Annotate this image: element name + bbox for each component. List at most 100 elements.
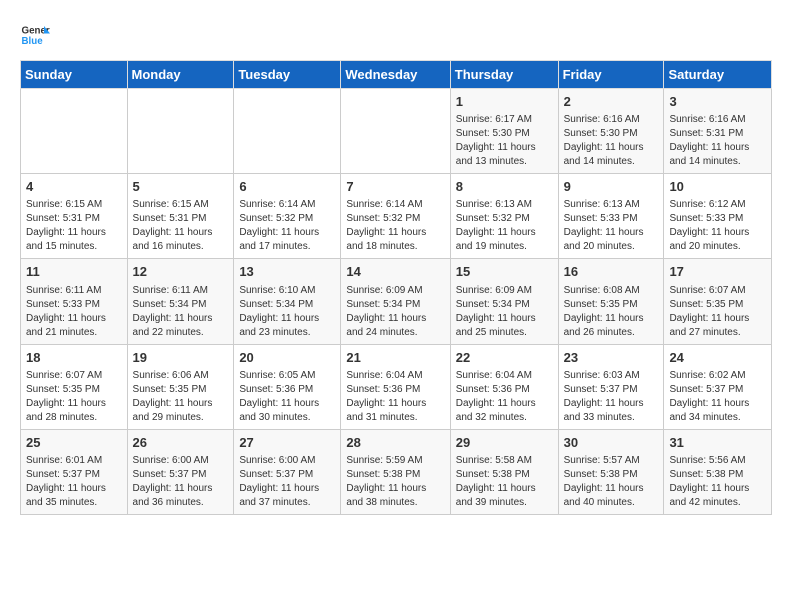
day-info-text: and 13 minutes. xyxy=(456,155,553,169)
day-info-text: Daylight: 11 hours xyxy=(456,141,553,155)
calendar-cell: 4Sunrise: 6:15 AMSunset: 5:31 PMDaylight… xyxy=(21,174,128,259)
day-info-text: Sunrise: 6:09 AM xyxy=(346,284,444,298)
calendar-cell: 31Sunrise: 5:56 AMSunset: 5:38 PMDayligh… xyxy=(664,429,772,514)
day-info-text: Daylight: 11 hours xyxy=(26,397,122,411)
day-info-text: Sunset: 5:37 PM xyxy=(669,383,766,397)
calendar-cell: 16Sunrise: 6:08 AMSunset: 5:35 PMDayligh… xyxy=(558,259,664,344)
calendar-cell: 26Sunrise: 6:00 AMSunset: 5:37 PMDayligh… xyxy=(127,429,234,514)
day-number: 9 xyxy=(564,178,659,196)
day-info-text: Daylight: 11 hours xyxy=(564,482,659,496)
day-number: 23 xyxy=(564,349,659,367)
day-info-text: Sunset: 5:31 PM xyxy=(133,212,229,226)
day-info-text: and 21 minutes. xyxy=(26,326,122,340)
calendar-table: SundayMondayTuesdayWednesdayThursdayFrid… xyxy=(20,60,772,515)
day-number: 3 xyxy=(669,93,766,111)
calendar-cell: 2Sunrise: 6:16 AMSunset: 5:30 PMDaylight… xyxy=(558,89,664,174)
day-info-text: Daylight: 11 hours xyxy=(456,312,553,326)
day-info-text: Daylight: 11 hours xyxy=(133,482,229,496)
day-number: 21 xyxy=(346,349,444,367)
calendar-cell: 10Sunrise: 6:12 AMSunset: 5:33 PMDayligh… xyxy=(664,174,772,259)
day-info-text: Daylight: 11 hours xyxy=(133,312,229,326)
day-info-text: and 37 minutes. xyxy=(239,496,335,510)
calendar-cell: 28Sunrise: 5:59 AMSunset: 5:38 PMDayligh… xyxy=(341,429,450,514)
day-info-text: Sunset: 5:30 PM xyxy=(456,127,553,141)
col-header-saturday: Saturday xyxy=(664,61,772,89)
day-info-text: Sunrise: 6:04 AM xyxy=(456,369,553,383)
day-info-text: and 18 minutes. xyxy=(346,240,444,254)
col-header-sunday: Sunday xyxy=(21,61,128,89)
day-info-text: Sunset: 5:32 PM xyxy=(346,212,444,226)
day-info-text: Daylight: 11 hours xyxy=(669,312,766,326)
day-info-text: and 31 minutes. xyxy=(346,411,444,425)
day-info-text: Sunrise: 6:13 AM xyxy=(456,198,553,212)
calendar-cell: 19Sunrise: 6:06 AMSunset: 5:35 PMDayligh… xyxy=(127,344,234,429)
day-info-text: and 17 minutes. xyxy=(239,240,335,254)
day-info-text: and 36 minutes. xyxy=(133,496,229,510)
day-info-text: Sunrise: 6:01 AM xyxy=(26,454,122,468)
day-info-text: Daylight: 11 hours xyxy=(26,482,122,496)
day-info-text: and 25 minutes. xyxy=(456,326,553,340)
day-info-text: and 26 minutes. xyxy=(564,326,659,340)
day-info-text: Daylight: 11 hours xyxy=(669,141,766,155)
svg-text:Blue: Blue xyxy=(22,36,44,47)
day-info-text: Sunrise: 6:14 AM xyxy=(346,198,444,212)
day-info-text: Sunset: 5:33 PM xyxy=(564,212,659,226)
col-header-friday: Friday xyxy=(558,61,664,89)
day-number: 30 xyxy=(564,434,659,452)
day-info-text: and 42 minutes. xyxy=(669,496,766,510)
day-info-text: Sunrise: 6:02 AM xyxy=(669,369,766,383)
day-info-text: Sunrise: 5:56 AM xyxy=(669,454,766,468)
day-number: 24 xyxy=(669,349,766,367)
calendar-cell: 1Sunrise: 6:17 AMSunset: 5:30 PMDaylight… xyxy=(450,89,558,174)
day-number: 27 xyxy=(239,434,335,452)
day-info-text: Sunset: 5:37 PM xyxy=(239,468,335,482)
week-row-1: 1Sunrise: 6:17 AMSunset: 5:30 PMDaylight… xyxy=(21,89,772,174)
day-number: 16 xyxy=(564,263,659,281)
day-info-text: and 32 minutes. xyxy=(456,411,553,425)
calendar-cell: 27Sunrise: 6:00 AMSunset: 5:37 PMDayligh… xyxy=(234,429,341,514)
day-number: 2 xyxy=(564,93,659,111)
day-number: 22 xyxy=(456,349,553,367)
day-info-text: and 28 minutes. xyxy=(26,411,122,425)
day-info-text: Sunset: 5:35 PM xyxy=(133,383,229,397)
day-info-text: Sunrise: 6:08 AM xyxy=(564,284,659,298)
week-row-3: 11Sunrise: 6:11 AMSunset: 5:33 PMDayligh… xyxy=(21,259,772,344)
day-info-text: Sunrise: 6:16 AM xyxy=(669,113,766,127)
day-info-text: Sunrise: 6:11 AM xyxy=(133,284,229,298)
col-header-wednesday: Wednesday xyxy=(341,61,450,89)
calendar-cell: 29Sunrise: 5:58 AMSunset: 5:38 PMDayligh… xyxy=(450,429,558,514)
calendar-cell: 9Sunrise: 6:13 AMSunset: 5:33 PMDaylight… xyxy=(558,174,664,259)
day-info-text: Sunset: 5:33 PM xyxy=(669,212,766,226)
calendar-cell xyxy=(127,89,234,174)
day-number: 1 xyxy=(456,93,553,111)
day-info-text: Daylight: 11 hours xyxy=(669,397,766,411)
day-number: 11 xyxy=(26,263,122,281)
day-info-text: Sunset: 5:36 PM xyxy=(346,383,444,397)
day-info-text: Sunset: 5:37 PM xyxy=(564,383,659,397)
day-number: 5 xyxy=(133,178,229,196)
day-info-text: Sunset: 5:38 PM xyxy=(564,468,659,482)
day-info-text: Sunset: 5:34 PM xyxy=(239,298,335,312)
day-number: 15 xyxy=(456,263,553,281)
logo-icon: General Blue xyxy=(20,20,50,50)
day-info-text: Sunset: 5:36 PM xyxy=(456,383,553,397)
day-info-text: Daylight: 11 hours xyxy=(564,397,659,411)
calendar-cell: 11Sunrise: 6:11 AMSunset: 5:33 PMDayligh… xyxy=(21,259,128,344)
day-info-text: Sunrise: 6:09 AM xyxy=(456,284,553,298)
day-number: 6 xyxy=(239,178,335,196)
day-info-text: Daylight: 11 hours xyxy=(239,226,335,240)
day-info-text: Sunset: 5:36 PM xyxy=(239,383,335,397)
calendar-cell: 12Sunrise: 6:11 AMSunset: 5:34 PMDayligh… xyxy=(127,259,234,344)
day-number: 4 xyxy=(26,178,122,196)
day-info-text: and 16 minutes. xyxy=(133,240,229,254)
day-info-text: Sunrise: 6:04 AM xyxy=(346,369,444,383)
day-info-text: Sunset: 5:38 PM xyxy=(456,468,553,482)
calendar-cell xyxy=(21,89,128,174)
week-row-2: 4Sunrise: 6:15 AMSunset: 5:31 PMDaylight… xyxy=(21,174,772,259)
day-info-text: Sunset: 5:35 PM xyxy=(669,298,766,312)
day-info-text: Sunrise: 6:00 AM xyxy=(239,454,335,468)
day-info-text: Daylight: 11 hours xyxy=(669,482,766,496)
calendar-cell xyxy=(234,89,341,174)
day-info-text: Sunset: 5:31 PM xyxy=(669,127,766,141)
day-info-text: and 38 minutes. xyxy=(346,496,444,510)
